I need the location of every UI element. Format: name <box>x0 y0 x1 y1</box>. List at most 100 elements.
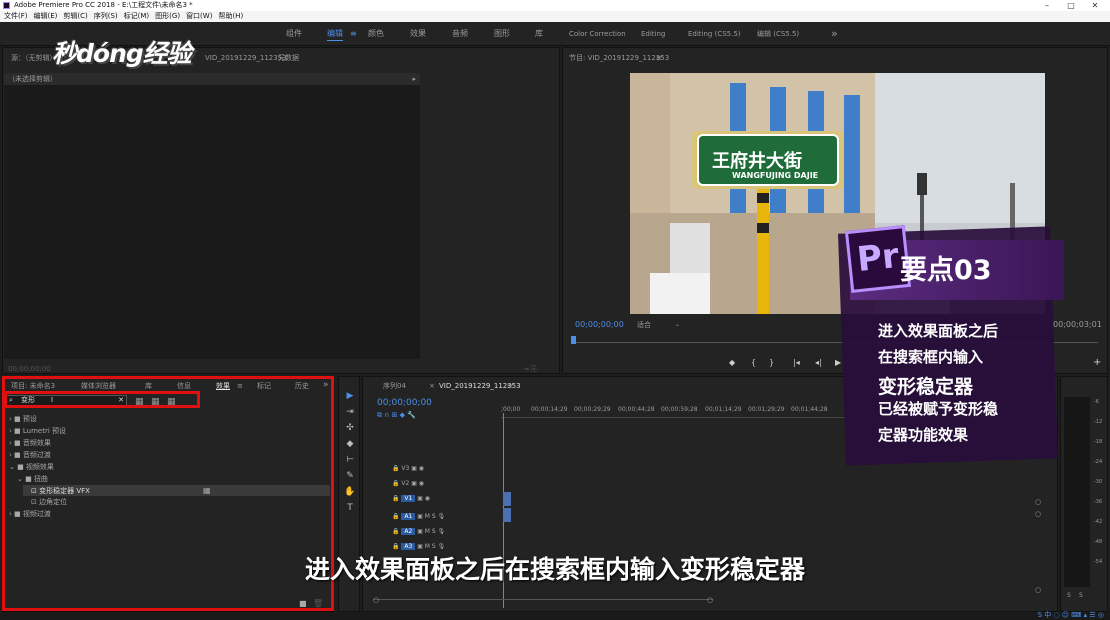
effects-search-input[interactable]: ⌕ 变形 I ✕ <box>6 395 127 406</box>
selection-tool-icon[interactable]: ▶ <box>344 391 356 401</box>
program-menu-icon[interactable]: ≡ <box>656 53 662 63</box>
timeline-menu-icon[interactable]: ≡ <box>507 381 513 391</box>
tree-lumetri-presets[interactable]: › ■ Lumetri 预设 <box>9 426 66 436</box>
menu-file[interactable]: 文件(F) <box>4 11 28 22</box>
tip-line: 已经被赋予变形稳 <box>878 400 999 418</box>
scroll-right-handle[interactable]: ○ <box>707 595 713 605</box>
go-to-in-icon[interactable]: |◂ <box>793 358 800 368</box>
menu-graphics[interactable]: 图形(G) <box>155 11 180 22</box>
video-clip-v1[interactable] <box>503 492 511 506</box>
tree-warp-stabilizer[interactable]: ⊡ 变形稳定器 VFX <box>31 486 90 496</box>
hand-tool-icon[interactable]: ✋ <box>344 487 356 497</box>
premiere-window: Adobe Premiere Pro CC 2018 - E:\工程文件\未命名… <box>0 0 1110 620</box>
track-select-tool-icon[interactable]: ⇥ <box>344 407 356 417</box>
solo-left-button[interactable]: S <box>1067 591 1071 601</box>
workspace-color-correction[interactable]: Color Correction <box>569 22 626 46</box>
delete-icon[interactable]: 🗑 <box>313 599 323 609</box>
tab-info[interactable]: 信息 <box>177 381 191 391</box>
tab-project[interactable]: 项目: 未命名3 <box>11 381 55 391</box>
workspace-editing-cs55-cn[interactable]: 编辑 (CS5.5) <box>757 22 799 46</box>
workspace-effects[interactable]: 效果 <box>410 22 426 46</box>
track-v1[interactable]: 🔒 V1 ▣ ◉ <box>392 494 430 504</box>
fit-dropdown[interactable]: 适合 <box>637 320 651 330</box>
step-back-icon[interactable]: ◂| <box>815 358 822 368</box>
menu-help[interactable]: 帮助(H) <box>218 11 243 22</box>
workspace-color[interactable]: 颜色 <box>368 22 384 46</box>
tree-distort[interactable]: ⌄ ■ 扭曲 <box>17 474 48 484</box>
tree-presets[interactable]: › ■ 预设 <box>9 414 37 424</box>
source-dropdown-icon[interactable]: ▸ <box>412 73 416 85</box>
workspace-editing-cs55[interactable]: Editing (CS5.5) <box>688 22 741 46</box>
mark-out-icon[interactable]: } <box>769 358 774 368</box>
type-tool-icon[interactable]: T <box>344 503 356 513</box>
source-tab[interactable]: 源：（无剪辑） <box>11 53 57 63</box>
program-tab[interactable]: 节目: VID_20191229_112353 <box>569 53 669 63</box>
workspace-libraries[interactable]: 库 <box>535 22 543 46</box>
workspace-audio[interactable]: 音频 <box>452 22 468 46</box>
close-button[interactable]: ✕ <box>1084 0 1106 11</box>
workspace-editing[interactable]: 编辑 <box>327 22 343 46</box>
more-panels-icon[interactable]: » <box>323 380 329 390</box>
close-tab-icon[interactable]: × <box>429 381 435 391</box>
tab-markers[interactable]: 标记 <box>257 381 271 391</box>
track-v2[interactable]: 🔒 V2 ▣ ◉ <box>392 479 424 489</box>
solo-right-button[interactable]: S <box>1079 591 1083 601</box>
pen-tool-icon[interactable]: ✎ <box>344 471 356 481</box>
tree-audio-transitions[interactable]: › ■ 音频过渡 <box>9 450 51 460</box>
workspace-assembly[interactable]: 组件 <box>286 22 302 46</box>
tree-video-transitions[interactable]: › ■ 视频过渡 <box>9 509 51 519</box>
fit-chevron-icon[interactable]: ⌄ <box>675 320 680 330</box>
window-title: Adobe Premiere Pro CC 2018 - E:\工程文件\未命名… <box>14 1 193 9</box>
timeline-scrollbar[interactable] <box>373 599 713 600</box>
menu-sequence[interactable]: 序列(S) <box>94 11 118 22</box>
track-v3[interactable]: 🔒 V3 ▣ ◉ <box>392 464 424 474</box>
vertical-scroll-handle[interactable]: ○ <box>1035 585 1041 595</box>
timeline-timecode[interactable]: 00;00;00;00 <box>377 398 432 408</box>
menu-markers[interactable]: 标记(M) <box>124 11 150 22</box>
tab-history[interactable]: 历史 <box>295 381 309 391</box>
source-export-icon[interactable]: ⇥ ⎘ <box>523 364 537 374</box>
minimize-button[interactable]: – <box>1036 0 1058 11</box>
clear-search-icon[interactable]: ✕ <box>118 396 124 405</box>
vertical-scroll-handle[interactable]: ○ <box>1035 497 1041 507</box>
mark-in-icon[interactable]: { <box>751 358 756 368</box>
new-bin-icon[interactable]: ■ <box>299 599 307 609</box>
workspace-graphics[interactable]: 图形 <box>494 22 510 46</box>
effects-menu-icon[interactable]: ≡ <box>237 381 243 391</box>
ripple-edit-tool-icon[interactable]: ✣ <box>344 423 356 433</box>
menu-edit[interactable]: 编辑(E) <box>34 11 58 22</box>
tree-corner-pin[interactable]: ⊡ 边角定位 <box>31 497 67 507</box>
tab-libraries[interactable]: 库 <box>145 381 152 391</box>
sequence-tab-1[interactable]: 序列04 <box>383 381 406 391</box>
razor-tool-icon[interactable]: ◆ <box>344 439 356 449</box>
workspace-editing-en[interactable]: Editing <box>641 22 665 46</box>
slip-tool-icon[interactable]: ⊢ <box>344 455 356 465</box>
menu-clip[interactable]: 剪辑(C) <box>63 11 87 22</box>
metadata-tab[interactable]: 元数据 <box>278 53 299 63</box>
vertical-scroll-handle[interactable]: ○ <box>1035 509 1041 519</box>
workspace-more-icon[interactable]: » <box>831 22 838 46</box>
workspace-menu-icon[interactable]: ≡ <box>350 22 357 46</box>
maximize-button[interactable]: □ <box>1060 0 1082 11</box>
track-a1[interactable]: 🔒 A1 ▣ M S 🎙 <box>392 512 445 522</box>
add-button-icon[interactable]: + <box>1093 358 1101 368</box>
tab-media-browser[interactable]: 媒体浏览器 <box>81 381 116 391</box>
scroll-left-handle[interactable]: ○ <box>373 595 379 605</box>
32bit-effects-icon[interactable]: ▦ <box>151 397 160 407</box>
audio-clip-a1[interactable] <box>503 508 511 522</box>
accelerated-effects-icon[interactable]: ▦ <box>135 397 144 407</box>
tree-audio-effects[interactable]: › ■ 音频效果 <box>9 438 51 448</box>
marker-icon[interactable]: ◆ <box>729 358 735 368</box>
menu-window[interactable]: 窗口(W) <box>186 11 212 22</box>
track-a2[interactable]: 🔒 A2 ▣ M S 🎙 <box>392 527 445 537</box>
track-label: A3 <box>401 543 416 550</box>
tab-effects[interactable]: 效果 <box>216 381 230 391</box>
program-playhead[interactable] <box>571 336 576 344</box>
timeline-tools-icons[interactable]: ⧉ ∩ ⊞ ◆ 🔧 <box>377 410 416 420</box>
program-timecode[interactable]: 00;00;00;00 <box>575 320 624 330</box>
tree-video-effects[interactable]: ⌄ ■ 视频效果 <box>9 462 54 472</box>
yuv-effects-icon[interactable]: ▦ <box>167 397 176 407</box>
ruler-tick: 00;00;29;29 <box>574 406 611 413</box>
search-value: 变形 <box>21 396 35 404</box>
play-icon[interactable]: ▶ <box>835 358 841 368</box>
